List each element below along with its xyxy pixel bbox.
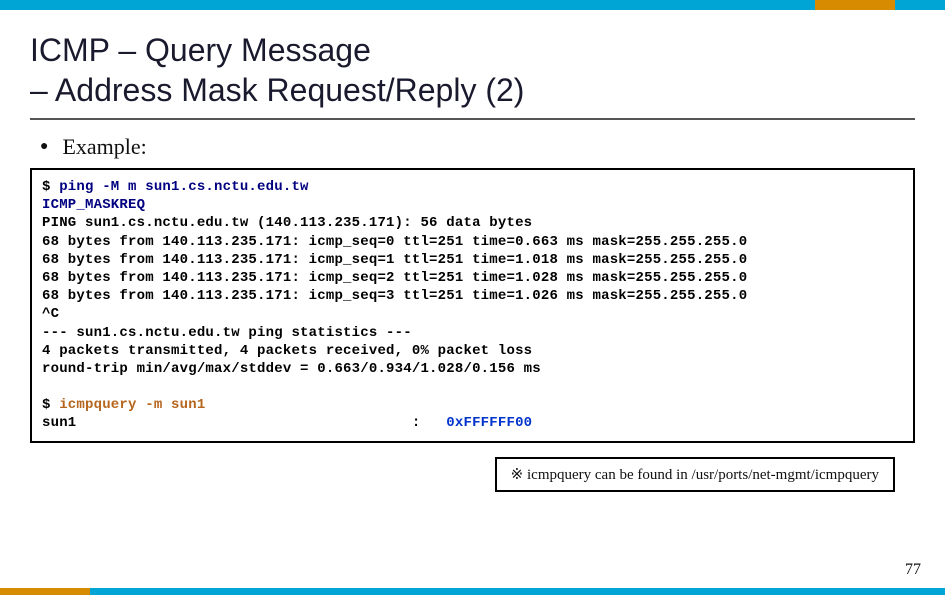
- title-line-1: ICMP – Query Message: [30, 32, 371, 68]
- line-reply-1: 68 bytes from 140.113.235.171: icmp_seq=…: [42, 252, 747, 268]
- top-accent-orange: [815, 0, 895, 10]
- line-stats-packets: 4 packets transmitted, 4 packets receive…: [42, 343, 532, 359]
- terminal-output-box: $ ping -M m sun1.cs.nctu.edu.tw ICMP_MAS…: [30, 168, 915, 443]
- command-ping: ping -M m sun1.cs.nctu.edu.tw: [59, 179, 308, 195]
- line-stats-rtt: round-trip min/avg/max/stddev = 0.663/0.…: [42, 361, 541, 377]
- footnote-box: ※ icmpquery can be found in /usr/ports/n…: [495, 457, 895, 492]
- result-host: sun1: [42, 415, 76, 431]
- bottom-accent-orange: [0, 588, 90, 595]
- line-ctrl-c: ^C: [42, 306, 59, 322]
- result-value: 0xFFFFFF00: [446, 415, 532, 431]
- prompt-2: $: [42, 397, 59, 413]
- title-line-2: – Address Mask Request/Reply (2): [30, 72, 524, 108]
- slide-content: ICMP – Query Message – Address Mask Requ…: [0, 10, 945, 443]
- bullet-example: Example:: [40, 134, 915, 160]
- line-reply-2: 68 bytes from 140.113.235.171: icmp_seq=…: [42, 270, 747, 286]
- bottom-accent-bar: [0, 588, 945, 595]
- line-reply-3: 68 bytes from 140.113.235.171: icmp_seq=…: [42, 288, 747, 304]
- line-reply-0: 68 bytes from 140.113.235.171: icmp_seq=…: [42, 234, 747, 250]
- result-separator: :: [76, 415, 446, 431]
- prompt-1: $: [42, 179, 59, 195]
- line-ping-header: PING sun1.cs.nctu.edu.tw (140.113.235.17…: [42, 215, 532, 231]
- line-icmp-maskreq: ICMP_MASKREQ: [42, 197, 145, 213]
- page-number: 77: [905, 561, 921, 579]
- slide-title: ICMP – Query Message – Address Mask Requ…: [30, 30, 915, 120]
- top-accent-bar: [0, 0, 945, 10]
- footnote-text: ※ icmpquery can be found in /usr/ports/n…: [511, 467, 879, 483]
- bullet-example-text: Example:: [62, 134, 146, 159]
- command-icmpquery: icmpquery -m sun1: [59, 397, 205, 413]
- line-stats-header: --- sun1.cs.nctu.edu.tw ping statistics …: [42, 325, 412, 341]
